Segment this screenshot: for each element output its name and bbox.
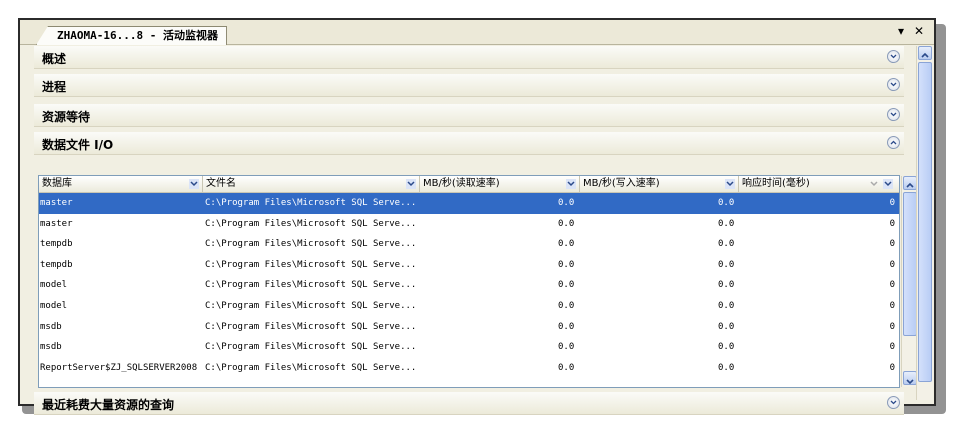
table-cell: C:\Program Files\Microsoft SQL Serve... [205,218,417,229]
column-label: MB/秒(读取速率) [423,178,500,189]
table-cell: 0.0 [718,198,735,208]
window-vertical-scrollbar[interactable] [916,46,933,400]
table-cell: model [40,280,68,291]
dropdown-arrow-icon[interactable] [566,179,576,189]
table-cell: 0 [889,198,895,208]
table-row[interactable]: master C:\Program Files\Microsoft SQL Ser… [39,193,899,214]
table-cell: tempdb [40,239,73,250]
table-cell: 0.0 [718,280,735,291]
table-cell: C:\Program Files\Microsoft SQL Serve... [205,321,417,332]
close-button[interactable]: ✕ [912,24,926,38]
column-label: 响应时间(毫秒) [742,178,810,189]
column-header-write-rate[interactable]: MB/秒(写入速率) [580,176,739,192]
table-row[interactable]: tempdb C:\Program Files\Microsoft SQL Ser… [39,234,899,255]
table-cell: 0.0 [558,239,575,250]
table-cell: 0 [889,342,895,353]
table-row[interactable]: model C:\Program Files\Microsoft SQL Serv… [39,296,899,317]
window-dropdown-button[interactable]: ▾ [894,24,908,38]
section-title: 进程 [42,80,67,94]
section-title: 最近耗费大量资源的查询 [42,398,175,412]
table-cell: master [40,198,73,208]
table-cell: 0 [889,362,895,373]
table-row[interactable]: msdb C:\Program Files\Microsoft SQL Serve… [39,317,899,338]
table-cell: C:\Program Files\Microsoft SQL Serve... [205,342,417,353]
table-cell: 0.0 [558,259,575,270]
table-cell: 0 [889,239,895,250]
table-cell: 0.0 [558,321,575,332]
table-row[interactable]: ReportServer$ZJ_SQLSERVER2008 C:\Program … [39,358,899,379]
column-header-response-time[interactable]: 响应时间(毫秒) [739,176,899,192]
table-row[interactable]: master C:\Program Files\Microsoft SQL Ser… [39,214,899,235]
monitor-content: 概述 进程 资源等待 数据文件 I/O 数据库 文件名 MB/秒(读取速率) M… [34,46,918,415]
data-file-io-grid: 数据库 文件名 MB/秒(读取速率) MB/秒(写入速率) 响应时间(毫秒) m… [38,175,918,388]
section-processes[interactable]: 进程 [34,74,904,97]
table-cell: 0.0 [718,259,735,270]
dropdown-arrow-icon[interactable] [725,179,735,189]
scroll-thumb[interactable] [918,62,932,382]
column-header-filename[interactable]: 文件名 [203,176,420,192]
section-data-file-io[interactable]: 数据文件 I/O [34,132,904,155]
sort-indicator-icon [870,181,878,187]
table-cell: 0.0 [558,198,575,208]
table-cell: 0 [889,301,895,311]
scroll-up-button[interactable] [903,176,917,190]
section-title: 概述 [42,52,67,66]
table-cell: 0 [889,259,895,270]
activity-monitor-window: ZHAOMA-16...8 - 活动监视器 ▾ ✕ 概述 进程 资源等待 数据文… [18,18,936,415]
grid-header: 数据库 文件名 MB/秒(读取速率) MB/秒(写入速率) 响应时间(毫秒) [39,176,899,193]
table-cell: C:\Program Files\Microsoft SQL Serve... [205,239,417,250]
column-label: MB/秒(写入速率) [583,178,660,189]
collapse-chevron-icon[interactable] [887,136,900,149]
table-row[interactable]: msdb C:\Program Files\Microsoft SQL Serve… [39,337,899,358]
table-cell: C:\Program Files\Microsoft SQL Serve... [205,301,417,311]
table-cell: 0.0 [558,301,575,311]
table-cell: 0 [889,321,895,332]
table-cell: master [40,218,73,229]
document-tab[interactable]: ZHAOMA-16...8 - 活动监视器 [36,26,227,45]
table-cell: 0.0 [558,280,575,291]
dropdown-arrow-icon[interactable] [189,179,199,189]
section-overview[interactable]: 概述 [34,46,904,69]
table-row[interactable]: model C:\Program Files\Microsoft SQL Serv… [39,275,899,296]
table-cell: 0.0 [718,301,735,311]
table-row[interactable]: tempdb C:\Program Files\Microsoft SQL Ser… [39,255,899,276]
table-cell: 0.0 [558,218,575,229]
expand-chevron-icon[interactable] [887,396,900,409]
scroll-thumb[interactable] [903,192,917,336]
table-cell: 0.0 [718,239,735,250]
column-label: 文件名 [206,178,236,189]
table-cell: 0.0 [718,321,735,332]
section-expensive-queries[interactable]: 最近耗费大量资源的查询 [34,392,904,415]
table-cell: C:\Program Files\Microsoft SQL Serve... [205,198,417,208]
table-cell: C:\Program Files\Microsoft SQL Serve... [205,259,417,270]
table-cell: C:\Program Files\Microsoft SQL Serve... [205,280,417,291]
table-cell: msdb [40,321,62,332]
document-tab-bar: ZHAOMA-16...8 - 活动监视器 ▾ ✕ [20,20,934,45]
column-header-database[interactable]: 数据库 [39,176,203,192]
table-cell: ReportServer$ZJ_SQLSERVER2008 [40,362,198,373]
section-title: 数据文件 I/O [42,138,114,152]
expand-chevron-icon[interactable] [887,50,900,63]
table-cell: 0.0 [558,362,575,373]
table-cell: model [40,301,68,311]
section-title: 资源等待 [42,110,91,124]
table-cell: 0.0 [718,218,735,229]
table-cell: msdb [40,342,62,353]
expand-chevron-icon[interactable] [887,78,900,91]
table-cell: C:\Program Files\Microsoft SQL Serve... [205,362,417,373]
scroll-up-button[interactable] [918,46,932,60]
table-cell: 0 [889,218,895,229]
section-resource-waits[interactable]: 资源等待 [34,104,904,127]
dropdown-arrow-icon[interactable] [406,179,416,189]
column-label: 数据库 [42,178,72,189]
scroll-down-button[interactable] [903,371,917,385]
table-cell: 0.0 [718,342,735,353]
table-cell: 0 [889,280,895,291]
expand-chevron-icon[interactable] [887,108,900,121]
table-cell: 0.0 [558,342,575,353]
table-cell: 0.0 [718,362,735,373]
dropdown-arrow-icon[interactable] [883,179,893,189]
table-cell: tempdb [40,259,73,270]
column-header-read-rate[interactable]: MB/秒(读取速率) [420,176,580,192]
